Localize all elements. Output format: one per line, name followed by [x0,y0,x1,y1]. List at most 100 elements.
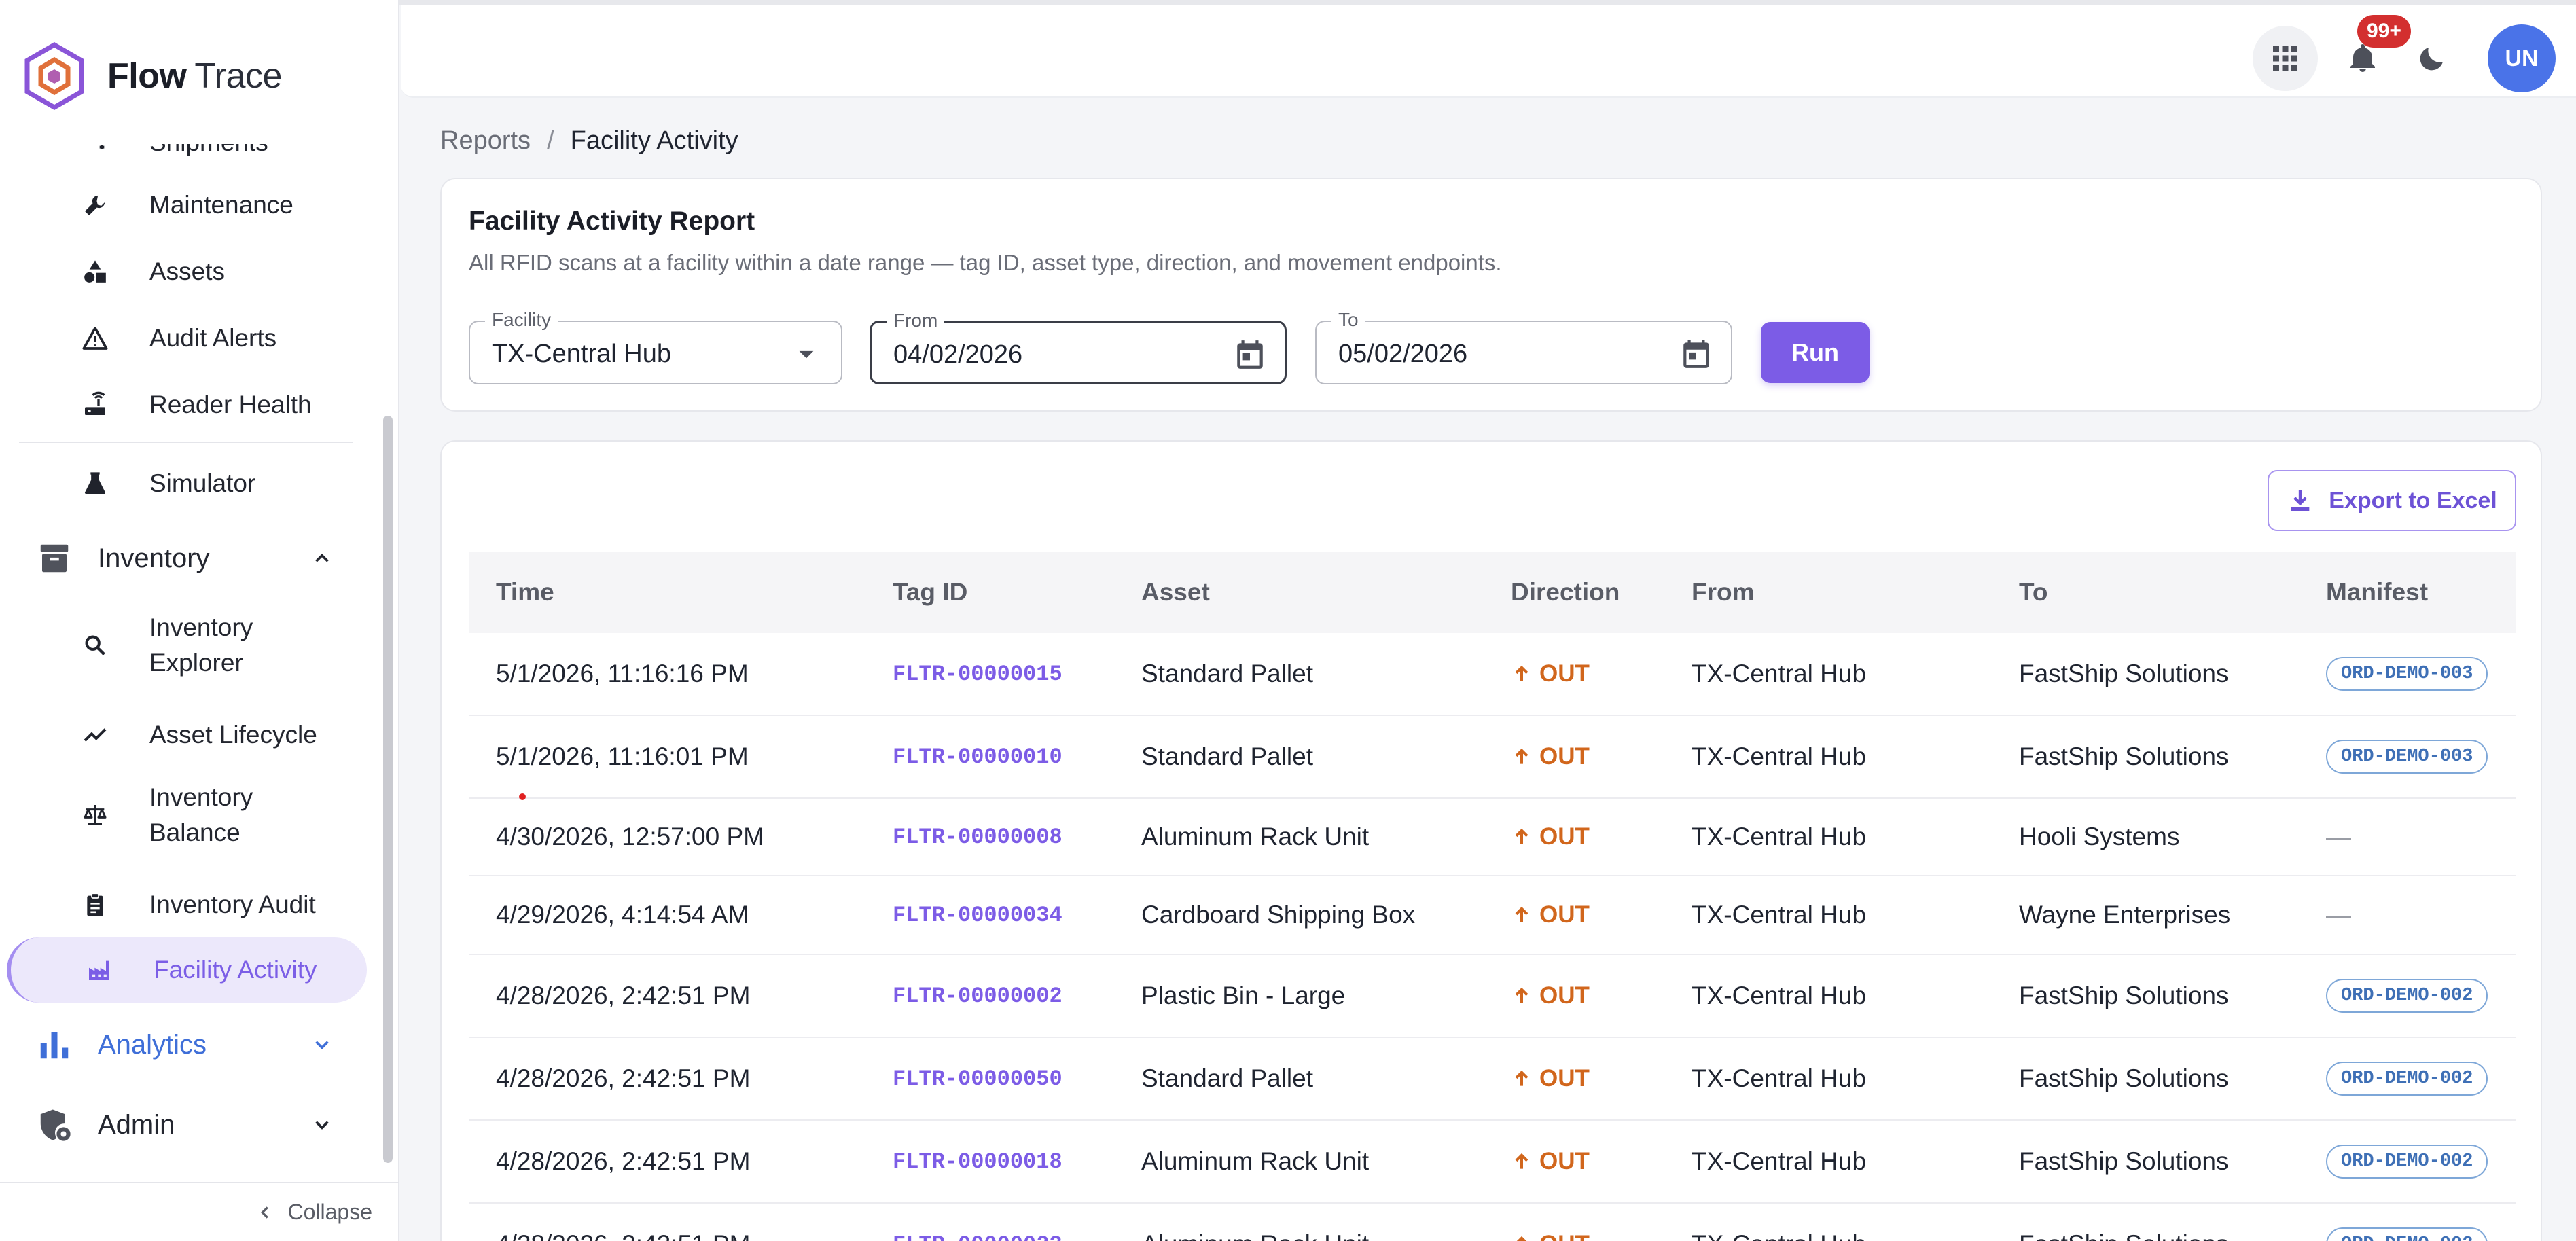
table-row[interactable]: 4/28/2026, 2:42:51 PM FLTR-00000002 Plasti… [469,955,2516,1038]
sidebar-item-audit-alerts[interactable]: Audit Alerts [0,311,380,365]
sidebar-item-reader-health[interactable]: Reader Health [0,378,380,432]
sidebar-item-inventory-balance[interactable]: Inventory Balance [0,777,380,853]
manifest-chip[interactable]: ORD-DEMO-003 [2326,657,2488,691]
cell-manifest: ORD-DEMO-002 [2326,955,2488,1037]
sidebar-section-inventory[interactable]: Inventory [0,524,380,592]
sidebar: FlowTrace Shipments Maintenance Assets [0,0,399,1241]
sidebar-item-label: Asset Lifecycle [149,721,317,749]
sidebar-item-inventory-explorer[interactable]: Inventory Explorer [0,607,380,683]
sidebar-item-inventory-audit[interactable]: Inventory Audit [0,878,380,932]
facility-select[interactable]: Facility TX-Central Hub [469,308,842,384]
column-header-manifest[interactable]: Manifest [2326,552,2428,633]
page-subtitle: All RFID scans at a facility within a da… [469,250,1502,275]
cell-tag-id[interactable]: FLTR-00000023 [893,1204,1062,1241]
trend-icon [80,720,110,750]
table-row[interactable]: 5/1/2026, 11:16:16 PM FLTR-00000015 Standa… [469,633,2516,716]
sidebar-item-label: Simulator [149,469,256,497]
sidebar-item-assets[interactable]: Assets [0,245,380,299]
to-date-input[interactable]: To 05/02/2026 [1315,308,1732,384]
table-row[interactable]: 4/28/2026, 2:42:51 PM FLTR-00000018 Alumin… [469,1121,2516,1204]
cell-time: 4/28/2026, 2:42:51 PM [496,982,751,1009]
brand-name-light: Trace [194,56,282,96]
cell-direction: OUT [1511,716,1590,797]
cell-from: TX-Central Hub [1692,742,1867,770]
cell-time: 5/1/2026, 11:16:01 PM [496,742,749,770]
chevron-left-icon [261,1206,269,1219]
cell-time: 4/28/2026, 2:42:51 PM [496,1064,751,1092]
manifest-chip[interactable]: ORD-DEMO-002 [2326,1145,2488,1179]
table-row[interactable]: 4/30/2026, 12:57:00 PM FLTR-00000008 Alumi… [469,799,2516,876]
sidebar-item-simulator[interactable]: Simulator [0,456,380,511]
chevron-up-icon[interactable] [308,545,336,572]
manifest-chip[interactable]: ORD-DEMO-002 [2326,979,2488,1013]
facility-label: Facility [485,308,558,331]
chevron-down-icon[interactable] [308,1111,336,1138]
cell-from: TX-Central Hub [1692,1064,1867,1092]
manifest-chip[interactable]: ORD-DEMO-002 [2326,1062,2488,1096]
cell-manifest-empty: — [2326,823,2351,850]
sidebar-item-label: Assets [149,257,226,285]
run-button[interactable]: Run [1761,322,1870,383]
direction-label: OUT [1539,982,1590,1009]
user-avatar[interactable]: UN [2488,24,2556,92]
sidebar-item-shipments[interactable]: Shipments [0,144,380,170]
column-header-asset[interactable]: Asset [1141,552,1210,633]
brand-logo[interactable]: Flow Trace [23,42,282,110]
sidebar-item-asset-lifecycle[interactable]: Asset Lifecycle [0,708,380,762]
column-header-time[interactable]: Time [496,552,554,633]
cell-asset: Standard Pallet [1141,1064,1314,1092]
report-filter-card: Facility Activity Report All RFID scans … [440,178,2542,412]
sidebar-item-facility-activity[interactable]: Facility Activity [0,943,380,997]
cell-to: FastShip Solutions [2019,1204,2229,1241]
column-header-from[interactable]: From [1692,552,1755,633]
cell-direction: OUT [1511,876,1590,954]
scale-icon [80,800,110,830]
chevron-down-icon[interactable] [308,1031,336,1058]
breadcrumb-separator: / [547,126,554,155]
column-header-tag-id[interactable]: Tag ID [893,552,967,633]
cell-time: 5/1/2026, 11:16:16 PM [496,660,749,687]
breadcrumb-reports-link[interactable]: Reports [440,126,531,156]
table-row[interactable]: 4/28/2026, 2:42:51 PM FLTR-00000023 Alumin… [469,1204,2516,1241]
cell-to: FastShip Solutions [2019,982,2229,1009]
cell-manifest: ORD-DEMO-002 [2326,1038,2488,1119]
table-row[interactable]: 5/1/2026, 11:16:01 PM FLTR-00000010 Standa… [469,716,2516,799]
cell-tag-id[interactable]: FLTR-00000034 [893,876,1062,954]
calendar-icon[interactable] [1232,336,1268,373]
brand-name-bold: Flow [107,56,187,96]
table-header: Time Tag ID Asset Direction From To Mani… [469,552,2516,633]
column-header-to[interactable]: To [2019,552,2047,633]
manifest-chip[interactable]: ORD-DEMO-003 [2326,740,2488,774]
router-icon [80,390,110,420]
collapse-label: Collapse [287,1200,372,1224]
cell-tag-id[interactable]: FLTR-00000018 [893,1121,1062,1202]
cell-tag-id[interactable]: FLTR-00000015 [893,633,1062,715]
sidebar-item-maintenance[interactable]: Maintenance [0,178,380,232]
table-row[interactable]: 4/29/2026, 4:14:54 AM FLTR-00000034 Cardbo… [469,876,2516,955]
wrench-icon [80,190,110,220]
factory-icon [84,955,114,985]
facility-value: TX-Central Hub [492,340,671,368]
sidebar-scrollbar-thumb[interactable] [383,416,393,1163]
moon-icon [2420,48,2443,71]
from-date-input[interactable]: From 04/02/2026 [870,309,1287,384]
cell-tag-id[interactable]: FLTR-00000002 [893,955,1062,1037]
table-row[interactable]: 4/28/2026, 2:42:51 PM FLTR-00000050 Standa… [469,1038,2516,1121]
sidebar-section-admin[interactable]: Admin [0,1091,380,1159]
cell-direction: OUT [1511,1038,1590,1119]
export-excel-button[interactable]: Export to Excel [2268,470,2516,531]
sidebar-section-analytics[interactable]: Analytics [0,1011,380,1079]
cell-time: 4/28/2026, 2:42:51 PM [496,1204,750,1241]
sidebar-item-label: Inventory Explorer [149,613,253,677]
cell-tag-id[interactable]: FLTR-00000050 [893,1038,1062,1119]
theme-toggle-button[interactable] [2399,26,2465,91]
manifest-chip[interactable]: ORD-DEMO-002 [2326,1227,2488,1241]
cell-tag-id[interactable]: FLTR-00000010 [893,716,1062,797]
calendar-icon[interactable] [1678,336,1715,372]
apps-grid-button[interactable] [2253,26,2318,91]
collapse-button[interactable]: Collapse [0,1182,399,1241]
column-header-direction[interactable]: Direction [1511,552,1620,633]
cell-time: 4/29/2026, 4:14:54 AM [496,901,749,929]
arrow-up-icon [1511,663,1539,685]
cell-tag-id[interactable]: FLTR-00000008 [893,799,1062,875]
